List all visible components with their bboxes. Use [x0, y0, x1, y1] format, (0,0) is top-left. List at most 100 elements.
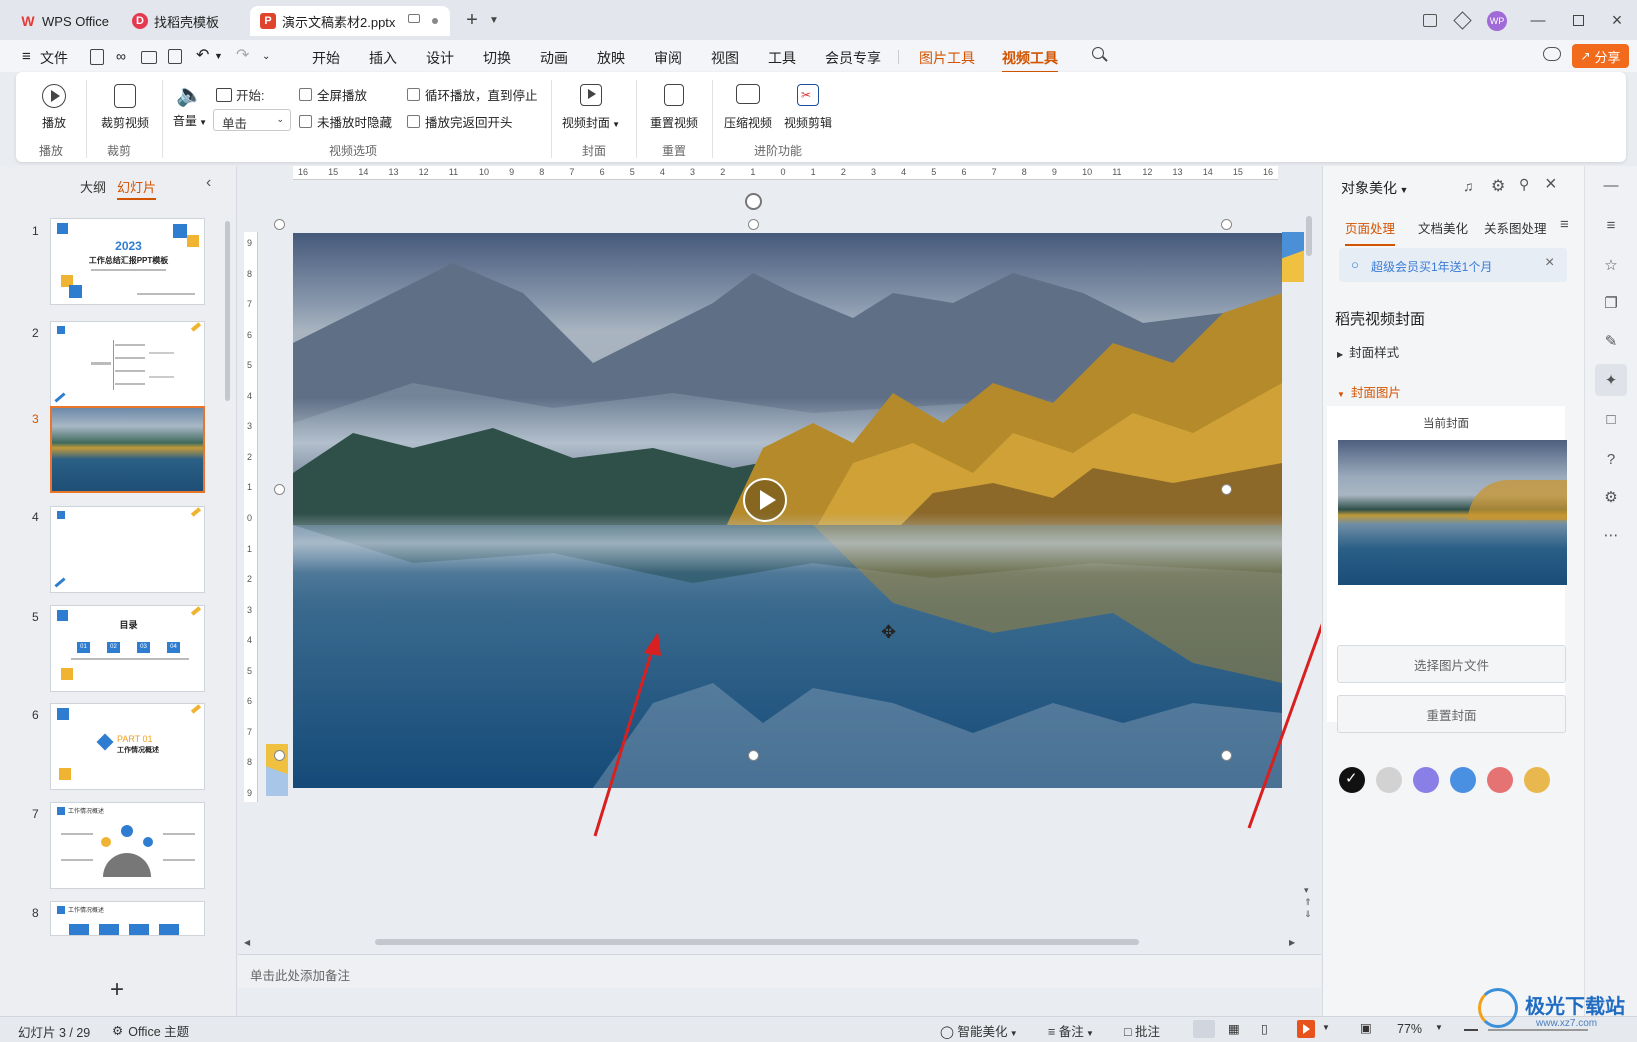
close-pane-icon[interactable]: × [1545, 173, 1557, 196]
tab-wps-office[interactable]: W WPS Office [10, 6, 118, 36]
tab-diagram-processing[interactable]: 关系图处理 [1484, 218, 1547, 237]
more-quick-actions-icon[interactable]: ⌄ [262, 51, 270, 62]
zoom-dropdown-icon[interactable]: ▼ [1435, 1023, 1443, 1032]
start-mode-select[interactable]: 单击 ⌄ [213, 109, 291, 131]
headset-icon[interactable]: ♫ [1463, 178, 1474, 194]
copy-shapes-icon[interactable]: ❐ [1600, 292, 1622, 314]
redo-icon[interactable]: ↷ [236, 45, 249, 65]
slide-sorter-icon[interactable]: ▦ [1228, 1021, 1240, 1036]
menu-transition[interactable]: 切换 [483, 48, 511, 68]
book-search-icon[interactable]: □ [1600, 408, 1622, 430]
slide-pane-scrollbar[interactable] [225, 221, 230, 401]
select-image-file-button[interactable]: 选择图片文件 [1337, 645, 1566, 683]
settings-gear-icon[interactable]: ⚙ [1491, 176, 1505, 196]
slide-thumbnail-2[interactable] [50, 321, 205, 408]
canvas-horizontal-scrollbar[interactable] [375, 939, 1139, 945]
avatar[interactable]: WP [1487, 11, 1507, 31]
play-button[interactable]: 播放 [34, 84, 74, 131]
crop-video-button[interactable]: 裁剪视频 [96, 84, 154, 131]
share-link-icon[interactable]: ∞ [116, 48, 126, 64]
star-icon[interactable]: ☆ [1600, 254, 1622, 276]
swatch-red[interactable] [1487, 767, 1513, 793]
zoom-slider[interactable] [1488, 1029, 1588, 1031]
undo-dropdown-icon[interactable]: ▼ [214, 51, 223, 61]
smart-beautify-button[interactable]: ◯ 智能美化 ▼ [940, 1021, 1018, 1040]
menu-member[interactable]: 会员专享 [825, 48, 881, 68]
hamburger-icon[interactable]: ≡ [22, 48, 31, 65]
normal-view-icon[interactable] [1193, 1020, 1215, 1038]
swatch-blue[interactable] [1450, 767, 1476, 793]
help-icon[interactable]: ? [1600, 448, 1622, 470]
theme-indicator[interactable]: ⚙ Office 主题 [112, 1021, 189, 1040]
video-cover-button[interactable]: 视频封面 ▼ [560, 84, 622, 131]
pane-title[interactable]: 对象美化 ▼ [1341, 178, 1408, 198]
swatch-purple[interactable] [1413, 767, 1439, 793]
cover-style-toggle[interactable]: ▶ 封面样式 [1337, 342, 1399, 361]
canvas-vertical-scrollbar[interactable] [1306, 216, 1312, 256]
close-promo-icon[interactable]: × [1545, 254, 1554, 272]
slide-thumbnail-8[interactable]: 工作情况概述 [50, 901, 205, 936]
video-edit-button[interactable]: ✂ 视频剪辑 [780, 84, 836, 131]
magic-wand-icon[interactable]: ✦ [1595, 364, 1627, 396]
slide-thumbnail-1[interactable]: 2023 工作总结汇报PPT模板 [50, 218, 205, 305]
print-icon[interactable] [141, 51, 157, 64]
swatch-gray[interactable] [1376, 767, 1402, 793]
pin-icon[interactable]: ⚲ [1519, 176, 1529, 193]
tab-docer-templates[interactable]: D 找稻壳模板 [122, 6, 246, 36]
fullscreen-checkbox[interactable]: 全屏播放 [299, 85, 367, 104]
loop-checkbox[interactable]: 循环播放，直到停止 [407, 85, 538, 104]
search-icon[interactable] [1092, 47, 1108, 62]
tab-doc-beautify[interactable]: 文档美化 [1418, 218, 1468, 237]
add-slide-button[interactable]: + [110, 976, 124, 1004]
menu-design[interactable]: 设计 [426, 48, 454, 68]
menu-slideshow[interactable]: 放映 [597, 48, 625, 68]
comments-button[interactable]: □ 批注 [1124, 1021, 1160, 1040]
adjust-sliders-icon[interactable]: ≡ [1600, 214, 1622, 236]
collapse-pane-icon[interactable]: ‹ [206, 174, 211, 192]
menu-video-tools[interactable]: 视频工具 [1002, 48, 1058, 73]
compress-video-button[interactable]: 压缩视频 [720, 84, 776, 131]
hide-not-playing-checkbox[interactable]: 未播放时隐藏 [299, 112, 392, 131]
menu-insert[interactable]: 插入 [369, 48, 397, 68]
reset-video-button[interactable]: 重置视频 [644, 84, 704, 131]
more-menu-icon[interactable]: ≡ [1560, 216, 1569, 233]
reset-cover-button[interactable]: 重置封面 [1337, 695, 1566, 733]
menu-start[interactable]: 开始 [312, 48, 340, 68]
slideshow-play-icon[interactable] [1297, 1020, 1315, 1038]
cube-icon[interactable] [1448, 8, 1476, 32]
undo-icon[interactable]: ↶ [196, 45, 209, 65]
zoom-out-icon[interactable] [1464, 1029, 1478, 1031]
slide-thumbnail-3[interactable] [50, 406, 205, 493]
slide-thumbnail-7[interactable]: 工作情况概述 [50, 802, 205, 889]
collapse-icon[interactable]: — [1600, 174, 1622, 196]
cloud-chat-icon[interactable] [1543, 47, 1561, 61]
tab-page-processing[interactable]: 页面处理 [1345, 218, 1396, 246]
zoom-level[interactable]: 77% [1397, 1022, 1422, 1036]
plugin-icon[interactable]: ⚙ [1600, 486, 1622, 508]
menu-tools[interactable]: 工具 [768, 48, 796, 68]
cover-image-toggle[interactable]: ▼ 封面图片 [1337, 382, 1401, 401]
tab-outline[interactable]: 大纲 [80, 177, 106, 196]
scroll-left-icon[interactable]: ◀ [244, 938, 250, 947]
page-nav-arrows-icon[interactable]: ▾ ⇑ ⇓ [1304, 884, 1312, 920]
maximize-icon[interactable] [1564, 8, 1592, 32]
menu-review[interactable]: 审阅 [654, 48, 682, 68]
swatch-black[interactable]: ✓ [1339, 767, 1365, 793]
tab-current-document[interactable]: P 演示文稿素材2.pptx [250, 6, 450, 36]
tab-slides[interactable]: 幻灯片 [117, 177, 157, 200]
tab-list-chevron-icon[interactable]: ▼ [480, 8, 508, 32]
swatch-yellow[interactable] [1524, 767, 1550, 793]
image-edit-icon[interactable]: ✎ [1600, 330, 1622, 352]
close-window-icon[interactable]: × [1603, 8, 1631, 32]
menu-animation[interactable]: 动画 [540, 48, 568, 68]
menu-picture-tools[interactable]: 图片工具 [919, 48, 975, 68]
menu-view[interactable]: 视图 [711, 48, 739, 68]
reading-view-icon[interactable]: ▯ [1261, 1021, 1268, 1036]
scroll-right-icon[interactable]: ▶ [1289, 938, 1295, 947]
promo-banner[interactable]: ○ 超级会员买1年送1个月 × [1339, 248, 1567, 282]
sidebar-toggle-icon[interactable] [1416, 8, 1444, 32]
notes-toggle-button[interactable]: ≡ 备注 ▼ [1048, 1021, 1094, 1040]
volume-button[interactable]: 🔈 音量 ▼ [168, 82, 212, 129]
slide-thumbnail-5[interactable]: 目录 01 02 03 04 [50, 605, 205, 692]
slideshow-dropdown-icon[interactable]: ▼ [1322, 1023, 1330, 1032]
